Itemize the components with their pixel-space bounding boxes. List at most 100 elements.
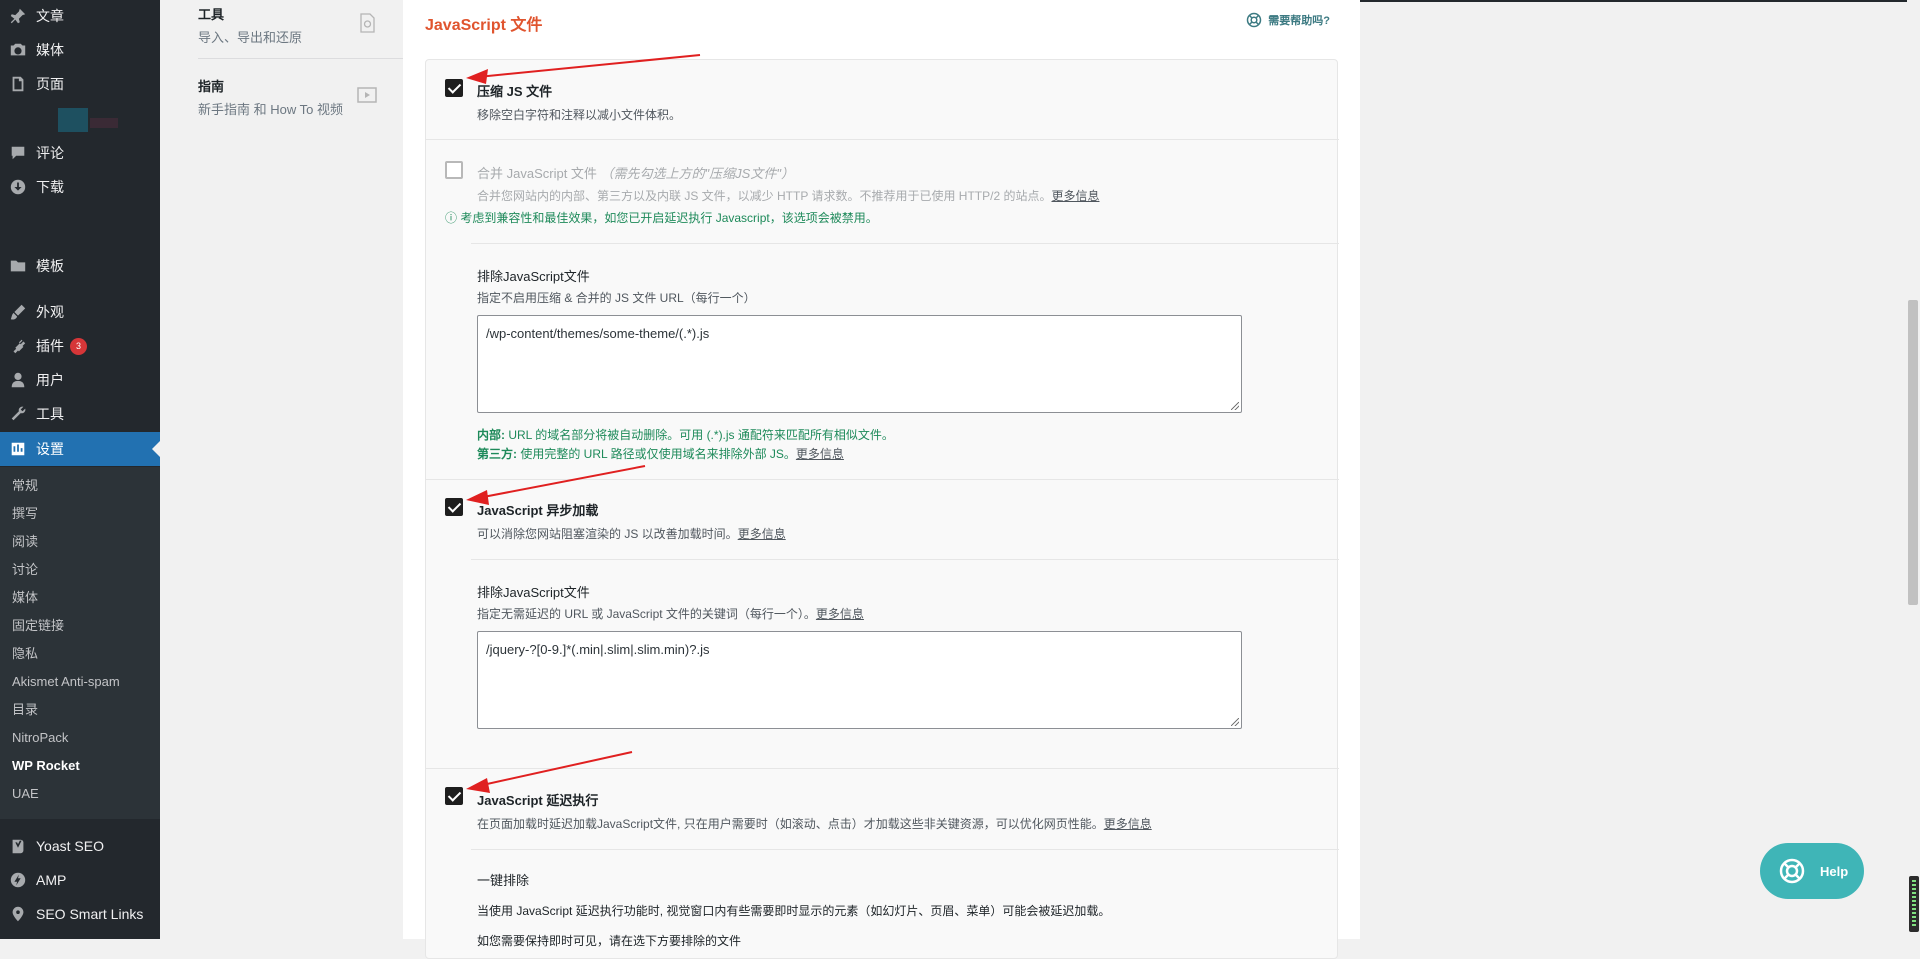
sidebar-item-pages[interactable]: 页面 [0,68,160,100]
sidebar-item-seo-smart-links[interactable]: SEO Smart Links [0,898,160,930]
download-icon [8,177,28,197]
submenu-item-privacy[interactable]: 隐私 [12,643,38,665]
sidebar-item-label: 工具 [36,406,64,422]
help-beacon-button[interactable]: Help [1760,843,1864,899]
sidebar-item-tools[interactable]: 工具 [0,398,160,430]
submenu-item-akismet[interactable]: Akismet Anti-spam [12,671,120,693]
sidebar-item-users[interactable]: 用户 [0,364,160,396]
warning-icon: ⓘ [445,211,458,225]
resize-handle[interactable] [1231,718,1239,726]
settings-panel: JavaScript 文件 需要帮助吗? 压缩 JS 文件 移除空白字符和注释以… [403,0,1360,959]
sidebar-item-posts[interactable]: 文章 [0,0,160,32]
combine-js-desc: 合并您网站内的内部、第三方以及内联 JS 文件，以减少 HTTP 请求数。不推荐… [477,187,1099,204]
location-icon [8,904,28,924]
yoast-icon [8,836,28,856]
more-info-link[interactable]: 更多信息 [1104,817,1152,831]
nav-divider [198,58,403,59]
row-divider [426,479,1339,480]
submenu-item-reading[interactable]: 阅读 [12,531,38,553]
folder-icon [8,256,28,276]
nav-item-tools[interactable]: 工具 导入、导出和还原 [198,4,388,46]
internal-note-text: URL 的域名部分将被自动删除。可用 (.*).js 通配符来匹配所有相似文件。 [505,428,894,442]
sidebar-item-media[interactable]: 媒体 [0,34,160,66]
more-info-link[interactable]: 更多信息 [738,527,786,541]
top-bar-edge [1360,0,1920,2]
combine-js-label-text: 合并 JavaScript 文件 [477,166,597,181]
row-divider [471,559,1339,560]
page-icon [8,74,28,94]
sidebar-item-appearance[interactable]: 外观 [0,296,160,328]
sidebar-item-plugins[interactable]: 插件 3 [0,330,160,362]
amp-icon [8,870,28,890]
wrench-icon [8,404,28,424]
lifebuoy-icon [1247,12,1262,28]
submenu-item-general[interactable]: 常规 [12,475,38,497]
sidebar-item-label: 页面 [36,76,64,92]
more-info-link[interactable]: 更多信息 [1051,189,1099,203]
sidebar-item-label: 用户 [36,372,64,388]
exclude-js-title: 排除JavaScript文件 [477,269,590,284]
submenu-item-writing[interactable]: 撰写 [12,503,38,525]
async-js-checkbox[interactable] [445,498,463,516]
one-click-exclusion-cut-line: 如您需要保持即时可见，请在选下方要排除的文件 [477,934,742,948]
submenu-item-media[interactable]: 媒体 [12,587,38,609]
more-info-link[interactable]: 更多信息 [816,607,864,621]
sidebar-item-label: 外观 [36,304,64,320]
submenu-item-permalinks[interactable]: 固定链接 [12,615,64,637]
one-click-exclusion-title: 一键排除 [477,873,530,888]
sidebar-item-downloads[interactable]: 下载 [0,171,160,203]
row-divider [426,768,1339,769]
sidebar-item-yoast[interactable]: Yoast SEO [0,830,160,862]
async-js-label: JavaScript 异步加载 [477,503,599,518]
user-icon [8,370,28,390]
row-divider [471,243,1339,244]
submenu-item-toc[interactable]: 目录 [12,699,38,721]
comment-icon [8,143,28,163]
side-widget[interactable] [1909,876,1919,932]
sidebar-item-settings[interactable]: 设置 [0,432,160,466]
settings-icon [8,439,28,459]
combine-js-warning: ⓘ 考虑到兼容性和最佳效果，如您已开启延迟执行 Javascript，该选项会被… [445,209,878,226]
update-count-badge: 3 [70,337,87,355]
exclude-js-textarea[interactable]: /wp-content/themes/some-theme/(.*).js [477,315,1242,413]
submenu-item-uae[interactable]: UAE [12,783,39,805]
exclude-js-internal-note: 内部: URL 的域名部分将被自动删除。可用 (.*).js 通配符来匹配所有相… [477,426,894,443]
async-js-desc: 可以消除您网站阻塞渲染的 JS 以改善加载时间。更多信息 [477,525,786,542]
exclude-js-third-party-note: 第三方: 使用完整的 URL 路径或仅使用域名来排除外部 JS。更多信息 [477,445,844,462]
sidebar-item-comments[interactable]: 评论 [0,137,160,169]
submenu-item-wp-rocket[interactable]: WP Rocket [12,755,80,777]
decorative-artifact [90,118,118,128]
settings-submenu: 常规 撰写 阅读 讨论 媒体 固定链接 隐私 Akismet Anti-spam… [0,467,160,819]
need-help-label: 需要帮助吗? [1268,15,1330,27]
combine-js-note: （需先勾选上方的"压缩JS文件"） [600,166,794,181]
lifebuoy-icon [1779,858,1805,884]
sidebar-item-label: 文章 [36,8,64,24]
delay-js-checkbox[interactable] [445,787,463,805]
sidebar-item-label: 媒体 [36,42,64,58]
minify-js-checkbox[interactable] [445,79,463,97]
gear-icon [356,12,378,34]
scrollbar-thumb[interactable] [1908,300,1918,605]
submenu-item-discussion[interactable]: 讨论 [12,559,38,581]
need-help-link[interactable]: 需要帮助吗? [1246,12,1330,28]
exclude-defer-desc: 指定无需延迟的 URL 或 JavaScript 文件的关键词（每行一个）。更多… [477,605,864,622]
sidebar-item-templates[interactable]: 模板 [0,250,160,282]
plugin-icon [8,336,28,356]
js-options-box: 压缩 JS 文件 移除空白字符和注释以减小文件体积。 合并 JavaScript… [425,59,1339,959]
more-info-link[interactable]: 更多信息 [796,447,844,461]
submenu-item-nitropack[interactable]: NitroPack [12,727,68,749]
one-click-exclusion-desc: 当使用 JavaScript 延迟执行功能时, 视觉窗口内有些需要即时显示的元素… [477,904,1111,918]
exclude-defer-textarea[interactable]: /jquery-?[0-9.]*(.min|.slim|.slim.min)?.… [477,631,1242,729]
section-title: JavaScript 文件 [425,17,543,34]
row-divider [426,139,1339,140]
combine-js-checkbox[interactable] [445,161,463,179]
page-background [1360,0,1907,939]
pin-icon [8,6,28,26]
help-button-label: Help [1820,863,1849,879]
sidebar-item-amp[interactable]: AMP [0,864,160,896]
exclude-defer-desc-text: 指定无需延迟的 URL 或 JavaScript 文件的关键词（每行一个）。 [477,607,816,621]
resize-handle[interactable] [1231,402,1239,410]
combine-js-label: 合并 JavaScript 文件 （需先勾选上方的"压缩JS文件"） [477,163,794,182]
exclude-defer-textarea-value: /jquery-?[0-9.]*(.min|.slim|.slim.min)?.… [486,642,710,657]
nav-item-tutorials[interactable]: 指南 新手指南 和 How To 视频 [198,76,388,118]
